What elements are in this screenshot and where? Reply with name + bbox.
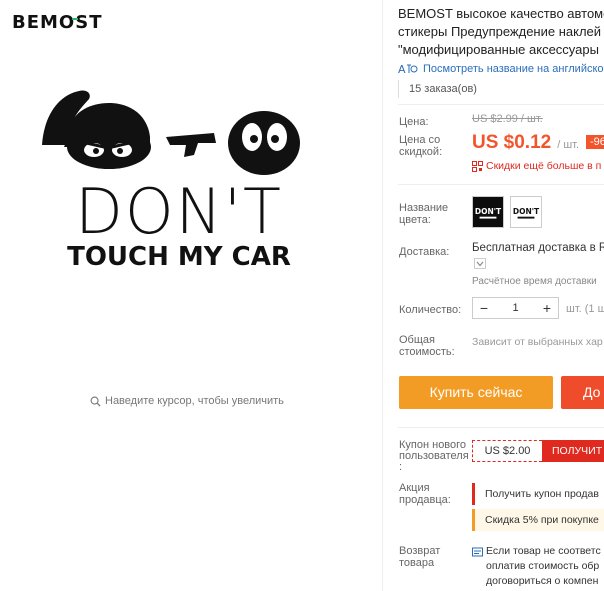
divider	[398, 104, 604, 105]
add-to-cart-button[interactable]: До	[561, 376, 604, 409]
quantity-stepper: − 1 +	[472, 297, 559, 319]
qr-icon	[472, 160, 483, 172]
product-gallery: BEMOST DON'T TOUCH MY CAR Наведите курсо…	[0, 0, 383, 591]
bulk-discount-text[interactable]: Скидки ещё больше в п	[486, 160, 601, 172]
returns-text-line: Если товар не соответс	[486, 545, 601, 557]
magnifier-icon	[90, 396, 101, 407]
price-label: Цена:	[399, 116, 429, 128]
divider	[398, 184, 604, 185]
title-line: BEMOST высокое качество автомо	[398, 6, 604, 21]
total-label: Общая стоимость:	[399, 334, 455, 358]
coupon-label: Купон нового пользователя :	[399, 439, 469, 473]
zoom-hint-text: Наведите курсор, чтобы увеличить	[105, 395, 284, 407]
sticker-text-dont: DON'T	[75, 175, 283, 248]
returns-label: Возврат товара	[399, 545, 441, 569]
shipping-dropdown[interactable]	[474, 258, 486, 269]
get-coupon-button[interactable]: ПОЛУЧИТ	[542, 440, 604, 462]
shipping-value: Бесплатная доставка в Ru	[472, 242, 604, 254]
discount-price-label: Цена со скидкой:	[399, 134, 443, 158]
new-user-coupon: US $2.00 ПОЛУЧИТ	[472, 440, 604, 462]
title-line: "модифицированные аксессуары	[398, 42, 599, 57]
shipping-label: Доставка:	[399, 246, 450, 258]
returns-policy: Если товар не соответс оплатив стоимость…	[472, 544, 601, 589]
svg-text:BEMOST: BEMOST	[12, 12, 102, 32]
buy-now-button[interactable]: Купить сейчас	[399, 376, 553, 409]
svg-text:DON'T: DON'T	[513, 207, 540, 216]
sticker-thumb-white: DON'T	[513, 207, 540, 219]
discount-price: US $0.12	[472, 132, 552, 153]
translate-title-link[interactable]: A Посмотреть название на английско	[398, 62, 604, 76]
quantity-minus-button[interactable]: −	[473, 298, 495, 318]
quantity-plus-button[interactable]: +	[536, 298, 558, 318]
panel-divider	[382, 0, 383, 591]
quantity-unit: шт. (1 ш	[566, 303, 604, 315]
chevron-down-icon	[476, 261, 484, 266]
product-main-image[interactable]: DON'T TOUCH MY CAR	[34, 85, 324, 275]
translate-icon: A	[398, 63, 418, 75]
total-value: Зависит от выбранных хар	[472, 336, 603, 348]
returns-text-line: договориться о компен	[486, 575, 599, 587]
bulk-discount-item[interactable]: Скидка 5% при покупке	[472, 509, 604, 531]
coupon-amount: US $2.00	[472, 440, 542, 462]
color-option-white[interactable]: DON'T	[510, 196, 542, 228]
discount-price-row: US $0.12 / шт.	[472, 132, 579, 154]
translate-link-text[interactable]: Посмотреть название на английско	[423, 63, 604, 75]
returns-text-line: оплатив стоимость обр	[486, 560, 600, 572]
product-title: BEMOST высокое качество автомо стикеры П…	[398, 5, 604, 59]
brand-logo[interactable]: BEMOST	[12, 12, 148, 32]
divider	[398, 427, 604, 428]
color-option-black[interactable]: DON'T	[472, 196, 504, 228]
quantity-input[interactable]: 1	[495, 302, 536, 314]
zoom-hint: Наведите курсор, чтобы увеличить	[90, 395, 284, 407]
order-count: 15 заказа(ов)	[398, 80, 477, 98]
product-info-panel: BEMOST высокое качество автомо стикеры П…	[398, 0, 604, 591]
return-policy-icon	[472, 547, 483, 556]
bulk-discount-link[interactable]: Скидки ещё больше в п	[472, 160, 601, 172]
delivery-estimate: Расчётное время доставки	[472, 276, 597, 287]
promo-label: Акция продавца:	[399, 482, 451, 506]
sticker-text-touch: TOUCH MY CAR	[67, 242, 291, 272]
quantity-label: Количество:	[399, 304, 462, 316]
per-unit: / шт.	[557, 139, 580, 151]
original-price: US $2.99 / шт.	[472, 113, 543, 125]
color-label: Название цвета:	[399, 202, 449, 226]
title-line: стикеры Предупреждение наклей	[398, 24, 602, 39]
svg-text:A: A	[398, 63, 406, 75]
discount-badge: -96	[586, 135, 604, 149]
seller-coupon-item[interactable]: Получить купон продав	[472, 483, 604, 505]
sticker-thumb-black: DON'T	[475, 207, 502, 219]
svg-text:DON'T: DON'T	[475, 207, 502, 216]
